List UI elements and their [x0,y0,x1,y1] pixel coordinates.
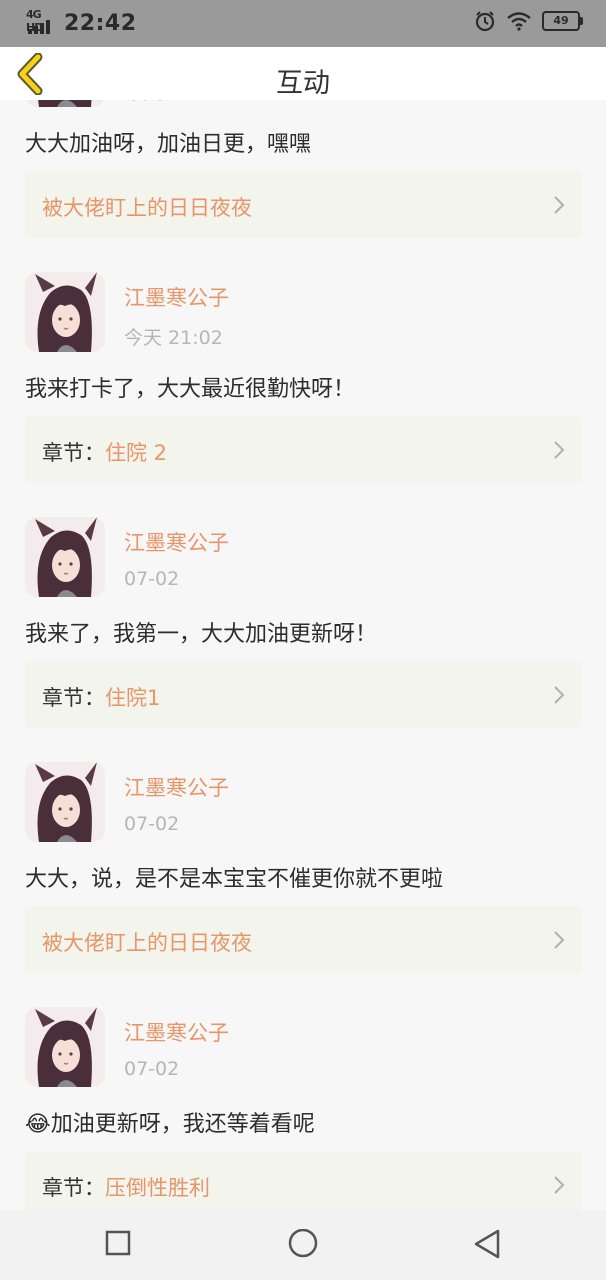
related-work-label: 章节：压倒性胜利 [42,1172,210,1202]
comment-list-viewport[interactable]: 今天 21:03 大大加油呀，加油日更，嘿嘿 被大佬盯上的日日夜夜 [0,100,606,1210]
related-work-link[interactable]: 章节：住院 2 [25,416,581,483]
back-triangle-icon[interactable] [472,1229,502,1261]
related-work-label: 章节：住院 2 [42,437,167,467]
recents-square-icon[interactable] [104,1229,132,1257]
comment-item: 江墨寒公子 今天 21:02 我来打卡了，大大最近很勤快呀！ 章节：住院 2 [0,272,606,517]
related-work-label: 章节：住院1 [42,682,160,712]
related-work-label: 被大佬盯上的日日夜夜 [42,927,252,957]
comment-time: 07-02 [124,1058,180,1080]
comment-text: 😂加油更新呀，我还等着看呢 [25,1112,315,1137]
system-nav-bar [0,1210,606,1280]
chevron-right-icon [554,686,565,704]
status-left: 4G HD 22:42 [26,8,137,36]
wifi-icon [507,12,531,31]
username[interactable]: 江墨寒公子 [124,527,229,557]
status-right: 49 [474,10,583,32]
header: 互动 [0,47,606,100]
avatar[interactable] [25,1007,105,1087]
battery-icon: 49 [542,11,583,31]
username[interactable]: 江墨寒公子 [124,282,229,312]
comment-time: 今天 21:03 [124,100,223,105]
related-work-title: 被大佬盯上的日日夜夜 [42,931,252,955]
avatar[interactable] [25,272,105,352]
battery-level: 49 [553,14,569,27]
related-work-title: 压倒性胜利 [105,1176,210,1200]
clock: 22:42 [64,10,137,36]
related-work-title: 被大佬盯上的日日夜夜 [42,196,252,220]
comment-text: 我来打卡了，大大最近很勤快呀！ [25,377,356,402]
username[interactable]: 江墨寒公子 [124,772,229,802]
avatar[interactable] [25,100,105,107]
related-work-title: 住院 2 [105,441,168,465]
avatar[interactable] [25,762,105,842]
comment-text: 大大加油呀，加油日更，嘿嘿 [25,132,312,157]
username[interactable]: 江墨寒公子 [124,1017,229,1047]
comment-text: 大大，说，是不是本宝宝不催更你就不更啦 [25,867,444,892]
comment-item: 江墨寒公子 07-02 大大，说，是不是本宝宝不催更你就不更啦 被大佬盯上的日日… [0,762,606,1007]
alarm-icon [475,11,495,32]
comment-text: 我来了，我第一，大大加油更新呀！ [25,622,378,647]
signal-icon: 4G HD [26,8,56,36]
comment-item: 今天 21:03 大大加油呀，加油日更，嘿嘿 被大佬盯上的日日夜夜 [0,100,606,272]
related-work-link[interactable]: 章节：压倒性胜利 [25,1151,581,1210]
chevron-right-icon [554,1176,565,1194]
related-work-title: 住院1 [105,686,161,710]
status-bar: 4G HD 22:42 49 [0,0,606,47]
related-work-link[interactable]: 被大佬盯上的日日夜夜 [25,171,581,238]
related-work-link[interactable]: 章节：住院1 [25,661,581,728]
home-circle-icon[interactable] [287,1229,319,1261]
comment-time: 07-02 [124,568,180,590]
chevron-right-icon [554,196,565,214]
chapter-prefix: 章节： [42,686,105,710]
comment-time: 07-02 [124,813,180,835]
avatar[interactable] [25,517,105,597]
comment-time: 今天 21:02 [124,327,223,349]
chevron-right-icon [554,441,565,459]
page-title: 互动 [276,68,330,99]
chapter-prefix: 章节： [42,1176,105,1200]
comment-item: 江墨寒公子 07-02 我来了，我第一，大大加油更新呀！ 章节：住院1 [0,517,606,762]
related-work-label: 被大佬盯上的日日夜夜 [42,192,252,222]
comment-item: 江墨寒公子 07-02 😂加油更新呀，我还等着看呢 章节：压倒性胜利 [0,1007,606,1210]
chapter-prefix: 章节： [42,441,105,465]
related-work-link[interactable]: 被大佬盯上的日日夜夜 [25,906,581,973]
chevron-right-icon [554,931,565,949]
comment-feed: 今天 21:03 大大加油呀，加油日更，嘿嘿 被大佬盯上的日日夜夜 [0,100,606,1210]
